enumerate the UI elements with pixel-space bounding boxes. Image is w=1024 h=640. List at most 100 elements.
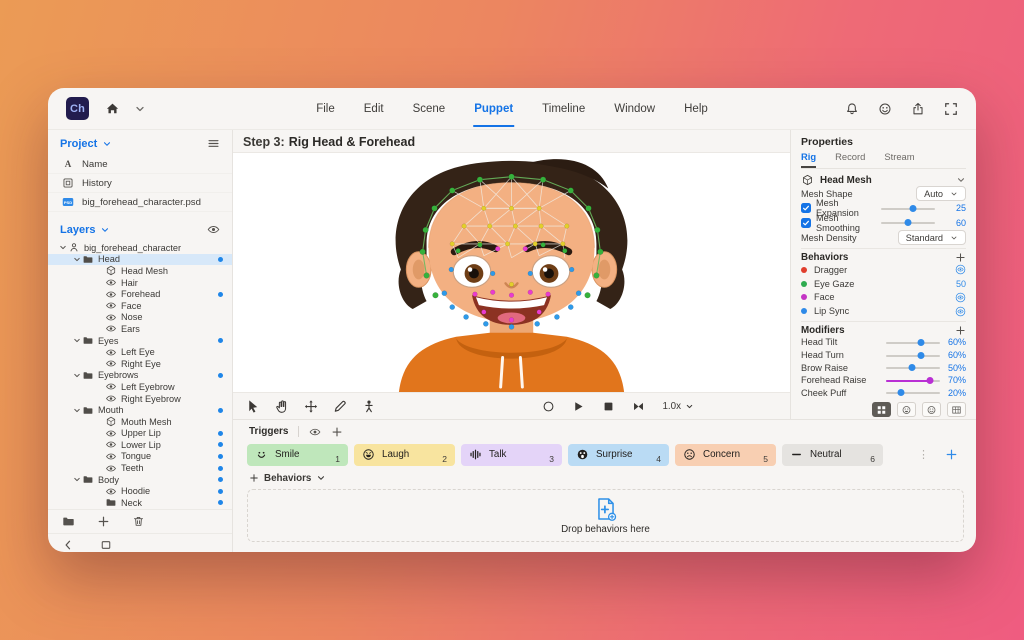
eye-icon[interactable] [207,223,220,236]
add-layer-icon[interactable] [97,515,110,528]
layer-row-tongue[interactable]: Tongue [48,451,232,463]
menu-file[interactable]: File [315,90,336,127]
layer-row-forehead[interactable]: Forehead [48,288,232,300]
record-button[interactable] [542,400,555,413]
layer-row-face[interactable]: Face [48,300,232,312]
layer-row-head-mesh[interactable]: Head Mesh [48,265,232,277]
face-front-button[interactable] [897,402,916,417]
menu-edit[interactable]: Edit [363,90,385,127]
layer-row-left-eye[interactable]: Left Eye [48,346,232,358]
slider-head-tilt[interactable] [886,337,940,348]
eye-icon[interactable] [105,347,117,358]
chevron-down-icon[interactable] [134,103,146,115]
checkbox-mesh-smoothing[interactable] [801,218,811,228]
layer-row-head[interactable]: Head [48,254,232,266]
menu-scene[interactable]: Scene [412,90,447,127]
mesh-shape-dropdown[interactable]: Auto [916,186,966,201]
project-item-name[interactable]: A Name [48,155,232,174]
layers-panel-header[interactable]: Layers [48,216,232,241]
eye-icon[interactable] [105,486,117,497]
eye-icon[interactable] [105,451,117,462]
project-panel-header[interactable]: Project [48,130,232,155]
share-icon[interactable] [911,102,925,116]
tab-rig[interactable]: Rig [801,151,816,168]
hamburger-menu-icon[interactable] [207,137,220,150]
eye-icon[interactable] [105,312,117,323]
layer-row-teeth[interactable]: Teeth [48,462,232,474]
layer-row-eyes[interactable]: Eyes [48,335,232,347]
eye-icon[interactable] [105,289,117,300]
behaviors-tray-header[interactable]: Behaviors [233,467,976,485]
add-trigger-icon[interactable] [331,426,343,438]
fullscreen-icon[interactable] [944,102,958,116]
layer-row-eyebrows[interactable]: Eyebrows [48,370,232,382]
checkbox-mesh-expansion[interactable] [801,203,811,213]
eye-icon[interactable] [105,393,117,404]
head-mesh-section-header[interactable]: Head Mesh [801,174,966,186]
layer-row-body[interactable]: Body [48,474,232,486]
expand-chevron-icon[interactable] [72,255,82,264]
menu-help[interactable]: Help [683,90,709,127]
expand-chevron-icon[interactable] [72,371,82,380]
smiley-icon[interactable] [878,102,892,116]
rig-pin-tool-button[interactable] [361,399,377,414]
layer-row-right-eyebrow[interactable]: Right Eyebrow [48,393,232,405]
layer-row-hair[interactable]: Hair [48,277,232,289]
slider-mesh-expansion[interactable] [881,203,935,214]
layer-row-neck[interactable]: Neck [48,497,232,509]
tab-stream[interactable]: Stream [884,151,914,168]
add-behavior-icon[interactable] [955,252,966,263]
face-side-button[interactable] [922,402,941,417]
layer-row-ears[interactable]: Ears [48,323,232,335]
eye-icon[interactable] [105,358,117,369]
visibility-eye-icon[interactable] [955,292,966,303]
slider-forehead-raise[interactable] [886,375,940,386]
collapse-chevron-left-icon[interactable] [62,539,74,551]
tab-record[interactable]: Record [835,151,865,168]
pen-tool-button[interactable] [332,399,348,414]
layer-row-right-eye[interactable]: Right Eye [48,358,232,370]
trigger-chip-neutral[interactable]: Neutral 6 [782,444,883,466]
hand-tool-button[interactable] [274,399,290,414]
visibility-eye-icon[interactable] [955,306,966,317]
mesh-view-button[interactable] [872,402,891,417]
loop-button[interactable] [632,400,645,413]
layer-row-hoodie[interactable]: Hoodie [48,485,232,497]
eye-icon[interactable] [105,300,117,311]
trash-icon[interactable] [132,515,145,528]
slider-cheek-puff[interactable] [886,387,940,398]
layer-row-left-eyebrow[interactable]: Left Eyebrow [48,381,232,393]
add-modifier-icon[interactable] [955,325,966,336]
grid-view-button[interactable] [947,402,966,417]
project-item-big-forehead-character-psd[interactable]: PSD big_forehead_character.psd [48,193,232,212]
home-icon[interactable] [105,101,120,116]
play-button[interactable] [572,400,585,413]
behaviors-dropzone[interactable]: Drop behaviors here [247,489,964,542]
layer-row-lower-lip[interactable]: Lower Lip [48,439,232,451]
add-trigger-chip-icon[interactable] [945,448,958,461]
eye-icon[interactable] [105,277,117,288]
mesh-density-dropdown[interactable]: Standard [898,230,966,245]
layer-row-mouth-mesh[interactable]: Mouth Mesh [48,416,232,428]
behavior-row-eye-gaze[interactable]: Eye Gaze 50 [801,277,966,291]
new-folder-icon[interactable] [62,515,75,528]
expand-chevron-icon[interactable] [72,406,82,415]
layer-row-big-forehead-character[interactable]: big_forehead_character [48,242,232,254]
frame-icon[interactable] [100,539,112,551]
trigger-chip-talk[interactable]: Talk 3 [461,444,562,466]
slider-head-turn[interactable] [886,350,940,361]
eye-icon[interactable] [105,439,117,450]
visibility-eye-icon[interactable] [955,264,966,275]
bell-icon[interactable] [845,102,859,116]
trigger-chip-laugh[interactable]: Laugh 2 [354,444,455,466]
move-tool-button[interactable] [303,399,319,414]
trigger-chip-surprise[interactable]: Surprise 4 [568,444,669,466]
behavior-row-face[interactable]: Face [801,291,966,305]
slider-brow-raise[interactable] [886,362,940,373]
eye-icon[interactable] [105,381,117,392]
eye-icon[interactable] [105,323,117,334]
eye-icon[interactable] [105,463,117,474]
playback-speed-dropdown[interactable]: 1.0x [662,401,694,412]
trigger-chip-smile[interactable]: Smile 1 [247,444,348,466]
layer-row-upper-lip[interactable]: Upper Lip [48,428,232,440]
